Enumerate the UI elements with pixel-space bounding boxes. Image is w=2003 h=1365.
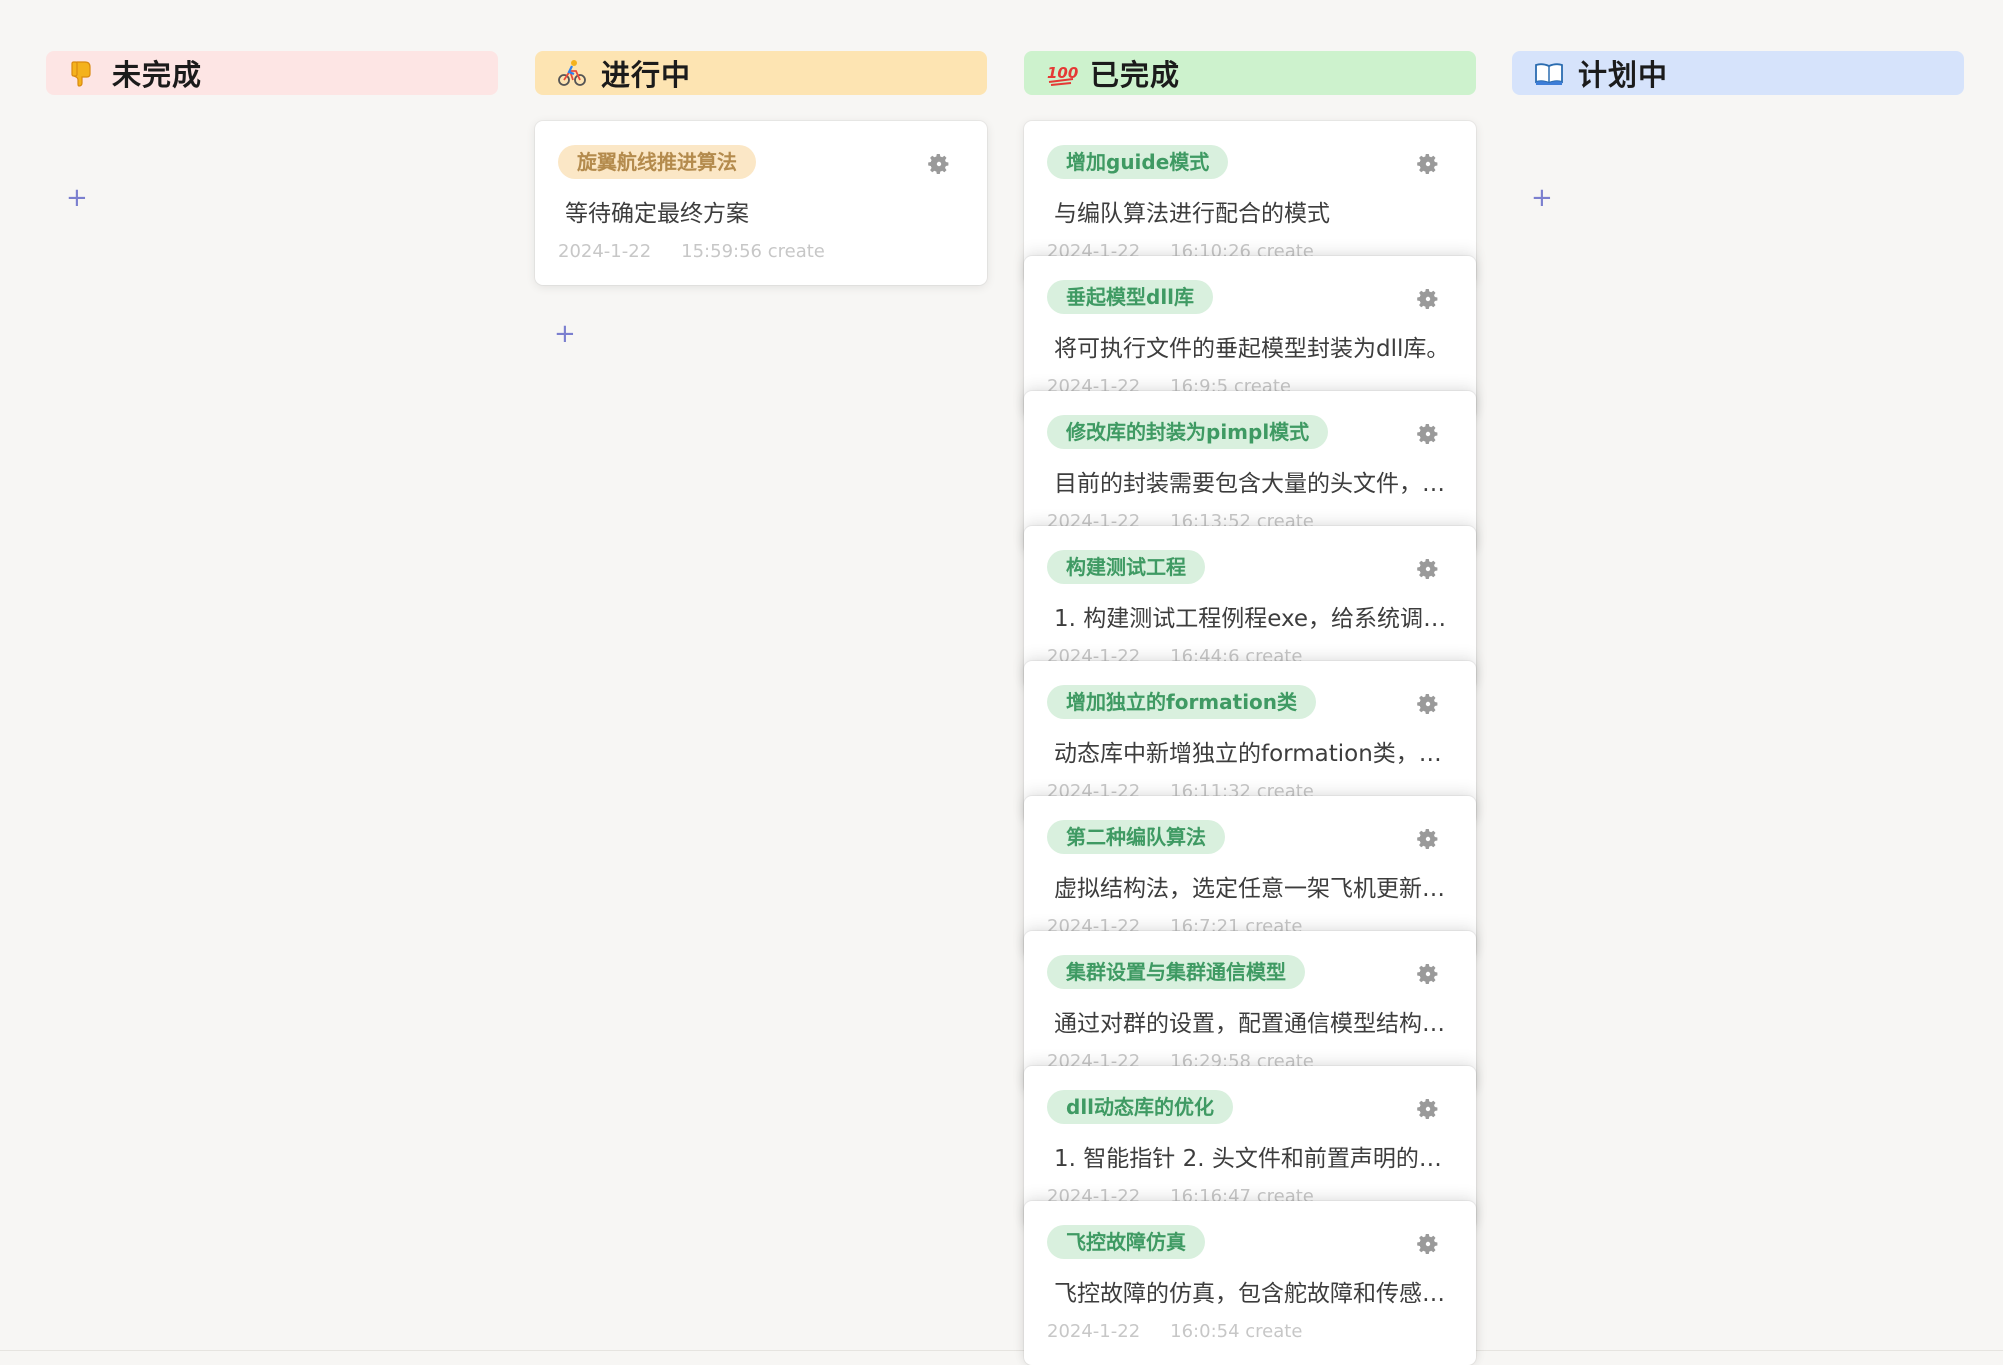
gear-icon[interactable]: [927, 152, 951, 176]
person-biking-icon: [557, 58, 587, 88]
card-description: 动态库中新增独立的formation类，将...: [1054, 741, 1454, 767]
gear-icon[interactable]: [1416, 827, 1440, 851]
gear-icon[interactable]: [1416, 557, 1440, 581]
thumbs-down-icon: [68, 58, 98, 88]
card-tag[interactable]: 修改库的封装为pimpl模式: [1047, 415, 1329, 449]
column-title: 进行中: [601, 58, 692, 92]
bottom-divider: [0, 1350, 2003, 1351]
card-description: 与编队算法进行配合的模式: [1054, 201, 1330, 227]
open-book-icon: [1534, 58, 1564, 88]
card-tag[interactable]: 垂起模型dll库: [1047, 280, 1214, 314]
gear-icon[interactable]: [1416, 152, 1440, 176]
card-date: 2024-1-22: [1047, 1321, 1141, 1342]
card-meta: 2024-1-22 16:0:54 create: [1047, 1321, 1302, 1342]
column-title: 计划中: [1578, 58, 1669, 92]
card-created-time: 16:0:54 create: [1170, 1321, 1303, 1342]
card-description: 1. 构建测试工程例程exe，给系统调用...: [1054, 606, 1454, 632]
card-description: 将可执行文件的垂起模型封装为dll库。: [1054, 336, 1450, 362]
card-tag[interactable]: 旋翼航线推进算法: [558, 145, 756, 179]
kanban-board: 未完成 + 进行中 旋翼航线推进算法等待确定最终方案 2024-1-22 15:59…: [0, 0, 2003, 1365]
column-header-done[interactable]: 100 已完成: [1024, 51, 1476, 95]
add-card-button[interactable]: +: [1531, 185, 1553, 211]
card-description: 虚拟结构法，选定任意一架飞机更新虚...: [1054, 876, 1454, 902]
card-tag[interactable]: 增加guide模式: [1047, 145, 1229, 179]
card-tag[interactable]: 构建测试工程: [1047, 550, 1205, 584]
card-description: 等待确定最终方案: [565, 201, 749, 227]
column-title: 未完成: [112, 58, 203, 92]
task-card[interactable]: 飞控故障仿真飞控故障的仿真，包含舵故障和传感器... 2024-1-22 16:0:…: [1024, 1201, 1476, 1365]
card-tag[interactable]: dll动态库的优化: [1047, 1090, 1234, 1124]
gear-icon[interactable]: [1416, 692, 1440, 716]
card-description: 通过对群的设置，配置通信模型结构，...: [1054, 1011, 1454, 1037]
add-card-button[interactable]: +: [554, 321, 576, 347]
column-doing: 进行中 旋翼航线推进算法等待确定最终方案 2024-1-22 15:59:56 cr…: [535, 51, 987, 347]
task-card[interactable]: 旋翼航线推进算法等待确定最终方案 2024-1-22 15:59:56 create: [535, 121, 987, 285]
card-description: 飞控故障的仿真，包含舵故障和传感器...: [1054, 1281, 1454, 1307]
gear-icon[interactable]: [1416, 287, 1440, 311]
column-plan: 计划中 +: [1512, 51, 1964, 211]
card-tag[interactable]: 增加独立的formation类: [1047, 685, 1317, 719]
card-meta: 2024-1-22 15:59:56 create: [558, 241, 825, 262]
card-description: 1. 智能指针 2. 头文件和前置声明的处...: [1054, 1146, 1454, 1172]
add-card-button[interactable]: +: [66, 185, 88, 211]
column-header-plan[interactable]: 计划中: [1512, 51, 1964, 95]
column-done: 100 已完成 增加guide模式与编队算法进行配合的模式 2024-1-22 16…: [1024, 51, 1476, 1365]
svg-text:100: 100: [1047, 64, 1078, 82]
gear-icon[interactable]: [1416, 1232, 1440, 1256]
card-description: 目前的封装需要包含大量的头文件，使...: [1054, 471, 1454, 497]
column-header-todo[interactable]: 未完成: [46, 51, 498, 95]
card-tag[interactable]: 第二种编队算法: [1047, 820, 1225, 854]
gear-icon[interactable]: [1416, 1097, 1440, 1121]
gear-icon[interactable]: [1416, 962, 1440, 986]
column-todo: 未完成 +: [46, 51, 498, 211]
card-tag[interactable]: 集群设置与集群通信模型: [1047, 955, 1305, 989]
hundred-points-icon: 100: [1046, 58, 1078, 88]
card-date: 2024-1-22: [558, 241, 652, 262]
card-tag[interactable]: 飞控故障仿真: [1047, 1225, 1205, 1259]
card-created-time: 15:59:56 create: [681, 241, 825, 262]
column-title: 已完成: [1090, 58, 1181, 92]
gear-icon[interactable]: [1416, 422, 1440, 446]
column-header-doing[interactable]: 进行中: [535, 51, 987, 95]
